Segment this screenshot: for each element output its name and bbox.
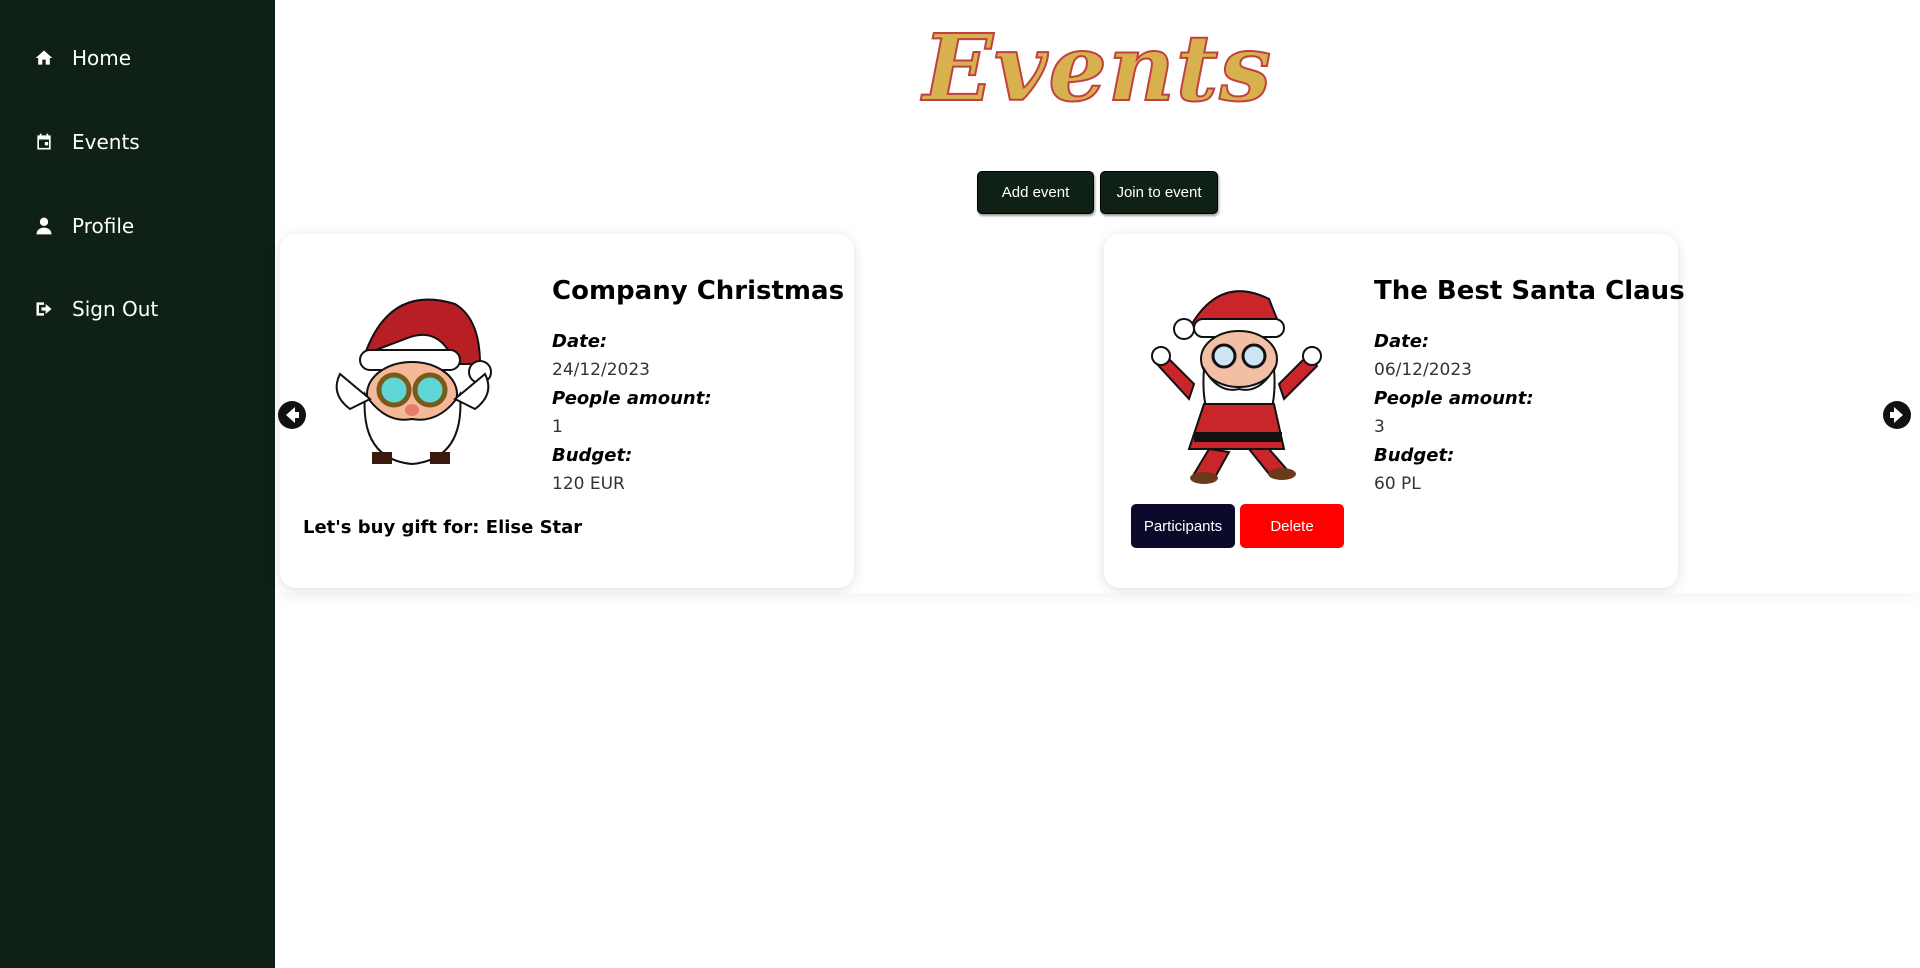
sidebar-item-events[interactable]: Events [34, 122, 140, 162]
date-label: Date: [552, 331, 608, 352]
date-label: Date: [1374, 331, 1430, 352]
home-icon [35, 50, 53, 65]
budget-value: 60 PL [1374, 474, 1421, 494]
main-content: Events Add event Join to event Company C… [275, 0, 1920, 968]
event-card: Company Christmas Date: 24/12/2023 Peopl… [280, 234, 854, 588]
budget-label: Budget: [552, 445, 633, 466]
budget-label: Budget: [1374, 445, 1455, 466]
sidebar-item-sign-out[interactable]: Sign Out [34, 289, 158, 329]
santa-with-goggles-image [335, 298, 492, 466]
join-event-button[interactable]: Join to event [1100, 171, 1218, 214]
budget-value: 120 EUR [552, 474, 625, 494]
gift-recipient-text: Let's buy gift for: Elise Star [303, 517, 583, 538]
santa-dancing-image [1151, 290, 1322, 484]
arrow-right-circle-icon[interactable] [1882, 400, 1912, 430]
arrow-left-circle-icon[interactable] [277, 400, 307, 430]
add-event-button[interactable]: Add event [977, 171, 1094, 214]
event-card: The Best Santa Claus Date: 06/12/2023 Pe… [1104, 234, 1685, 588]
date-value: 06/12/2023 [1374, 360, 1472, 380]
sidebar: Home Events Profile Sign Out [0, 0, 275, 968]
sign-out-icon [36, 302, 52, 316]
event-title: Company Christmas [552, 276, 845, 306]
calendar-icon [37, 133, 51, 150]
people-value: 3 [1374, 417, 1385, 437]
people-label: People amount: [1374, 388, 1534, 409]
sidebar-item-label: Profile [72, 214, 135, 238]
page-title: Events [922, 14, 1273, 122]
people-label: People amount: [552, 388, 712, 409]
people-value: 1 [552, 417, 563, 437]
sidebar-item-home[interactable]: Home [34, 38, 131, 78]
date-value: 24/12/2023 [552, 360, 650, 380]
sidebar-item-label: Home [72, 46, 132, 70]
sidebar-item-label: Sign Out [72, 297, 159, 321]
sidebar-item-profile[interactable]: Profile [34, 206, 134, 246]
participants-button[interactable]: Participants [1131, 504, 1235, 548]
sidebar-item-label: Events [72, 130, 140, 154]
delete-button[interactable]: Delete [1240, 504, 1344, 548]
event-title: The Best Santa Claus [1374, 276, 1685, 306]
user-icon [36, 217, 52, 235]
